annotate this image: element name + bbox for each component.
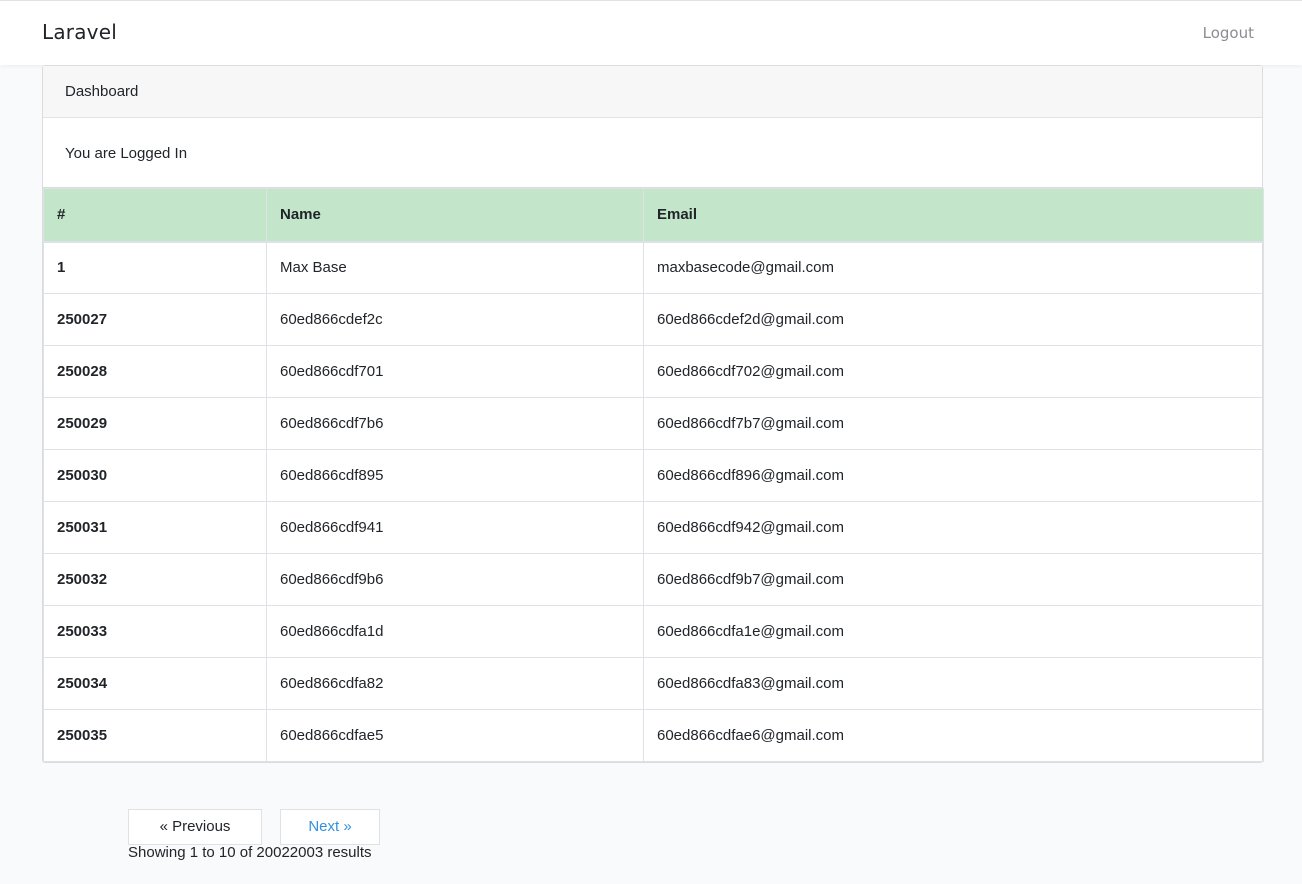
column-header-name: Name: [266, 188, 644, 243]
row-id: 250027: [43, 293, 267, 346]
row-name: Max Base: [266, 241, 644, 294]
table-row: 250028 60ed866cdf701 60ed866cdf702@gmail…: [43, 345, 1264, 398]
row-email: 60ed866cdf9b7@gmail.com: [643, 553, 1264, 606]
row-name: 60ed866cdfa1d: [266, 605, 644, 658]
row-name: 60ed866cdfa82: [266, 657, 644, 710]
column-header-email: Email: [643, 188, 1264, 243]
table-row: 250030 60ed866cdf895 60ed866cdf896@gmail…: [43, 449, 1264, 502]
table-row: 250035 60ed866cdfae5 60ed866cdfae6@gmail…: [43, 709, 1264, 762]
row-email: 60ed866cdfae6@gmail.com: [643, 709, 1264, 762]
table-row: 250034 60ed866cdfa82 60ed866cdfa83@gmail…: [43, 657, 1264, 710]
table-row: 250027 60ed866cdef2c 60ed866cdef2d@gmail…: [43, 293, 1264, 346]
row-name: 60ed866cdf701: [266, 345, 644, 398]
row-id: 250029: [43, 397, 267, 450]
row-name: 60ed866cdef2c: [266, 293, 644, 346]
previous-page-button[interactable]: « Previous: [128, 809, 262, 845]
row-email: 60ed866cdf7b7@gmail.com: [643, 397, 1264, 450]
row-name: 60ed866cdf895: [266, 449, 644, 502]
results-summary: Showing 1 to 10 of 20022003 results: [128, 844, 372, 861]
logged-in-message: You are Logged In: [43, 118, 1262, 188]
row-email: 60ed866cdef2d@gmail.com: [643, 293, 1264, 346]
brand-link[interactable]: Laravel: [42, 20, 117, 44]
row-name: 60ed866cdfae5: [266, 709, 644, 762]
table-row: 250031 60ed866cdf941 60ed866cdf942@gmail…: [43, 501, 1264, 554]
row-name: 60ed866cdf941: [266, 501, 644, 554]
row-email: 60ed866cdf896@gmail.com: [643, 449, 1264, 502]
table-header-row: # Name Email: [43, 188, 1264, 243]
row-id: 1: [43, 241, 267, 294]
row-id: 250033: [43, 605, 267, 658]
row-name: 60ed866cdf7b6: [266, 397, 644, 450]
row-email: maxbasecode@gmail.com: [643, 241, 1264, 294]
row-email: 60ed866cdf702@gmail.com: [643, 345, 1264, 398]
row-email: 60ed866cdfa83@gmail.com: [643, 657, 1264, 710]
row-email: 60ed866cdf942@gmail.com: [643, 501, 1264, 554]
row-id: 250031: [43, 501, 267, 554]
logout-link[interactable]: Logout: [1203, 24, 1254, 42]
column-header-id: #: [43, 188, 267, 243]
row-email: 60ed866cdfa1e@gmail.com: [643, 605, 1264, 658]
table-row: 250029 60ed866cdf7b6 60ed866cdf7b7@gmail…: [43, 397, 1264, 450]
card-header: Dashboard: [43, 66, 1262, 118]
row-name: 60ed866cdf9b6: [266, 553, 644, 606]
row-id: 250030: [43, 449, 267, 502]
table-row: 1 Max Base maxbasecode@gmail.com: [43, 241, 1264, 294]
row-id: 250032: [43, 553, 267, 606]
row-id: 250028: [43, 345, 267, 398]
next-page-button[interactable]: Next »: [280, 809, 380, 845]
table-row: 250032 60ed866cdf9b6 60ed866cdf9b7@gmail…: [43, 553, 1264, 606]
users-table: # Name Email 1 Max Base maxbasecode@gmai…: [43, 188, 1264, 762]
top-navbar: Laravel Logout: [0, 0, 1302, 65]
row-id: 250034: [43, 657, 267, 710]
table-row: 250033 60ed866cdfa1d 60ed866cdfa1e@gmail…: [43, 605, 1264, 658]
row-id: 250035: [43, 709, 267, 762]
dashboard-card: Dashboard You are Logged In # Name Email…: [42, 65, 1264, 763]
